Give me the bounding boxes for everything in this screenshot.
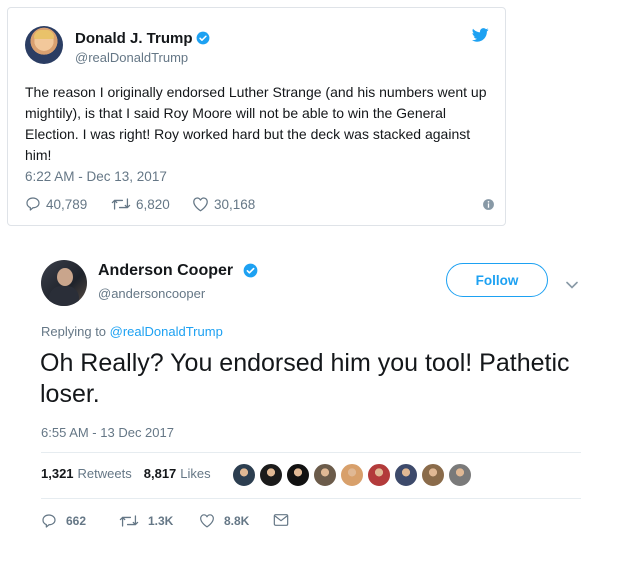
retweet-icon	[111, 198, 131, 210]
retweet-button[interactable]: 6,820	[111, 196, 170, 212]
tweet-card-trump: Donald J. Trump @realDonaldTrump The rea…	[7, 7, 506, 226]
likes-count[interactable]: 8,817	[144, 466, 177, 481]
chevron-down-icon[interactable]	[566, 276, 578, 294]
liker-avatar[interactable]	[340, 463, 364, 487]
liker-avatar[interactable]	[286, 463, 310, 487]
divider	[41, 498, 581, 499]
avatar-cooper[interactable]	[41, 260, 87, 306]
info-icon[interactable]	[482, 198, 495, 216]
reply-count: 662	[66, 514, 87, 528]
liker-avatars	[232, 463, 475, 487]
like-button[interactable]: 8.8K	[199, 513, 249, 528]
tweet-actions: 662 1.3K 8.8K	[41, 513, 341, 531]
author-name[interactable]: Donald J. Trump	[75, 30, 193, 47]
replying-to: Replying to @realDonaldTrump	[41, 324, 223, 339]
liker-avatar[interactable]	[232, 463, 256, 487]
tweet-text: Oh Really? You endorsed him you tool! Pa…	[40, 349, 570, 408]
author-name[interactable]: Anderson Cooper	[98, 262, 233, 280]
retweet-button[interactable]: 1.3K	[119, 513, 173, 529]
reply-button[interactable]: 662	[41, 513, 86, 529]
heart-icon	[200, 514, 214, 528]
liker-avatar[interactable]	[394, 463, 418, 487]
follow-button[interactable]: Follow	[446, 263, 548, 297]
twitter-bird-icon[interactable]	[471, 28, 489, 47]
tweet-timestamp[interactable]: 6:22 AM - Dec 13, 2017	[25, 169, 167, 184]
retweet-count: 6,820	[136, 196, 170, 212]
verified-badge-icon	[196, 31, 210, 50]
avatar-trump[interactable]	[25, 26, 63, 64]
tweet-text: The reason I originally endorsed Luther …	[25, 84, 487, 163]
liker-avatar[interactable]	[421, 463, 445, 487]
like-count: 30,168	[214, 196, 256, 212]
author-handle[interactable]: @andersoncooper	[98, 286, 205, 301]
liker-avatar[interactable]	[313, 463, 337, 487]
liker-avatar[interactable]	[448, 463, 472, 487]
tweet-timestamp[interactable]: 6:55 AM - 13 Dec 2017	[41, 425, 174, 440]
like-count: 8.8K	[224, 513, 250, 528]
retweets-label[interactable]: Retweets	[78, 466, 132, 481]
liker-avatar[interactable]	[367, 463, 391, 487]
tweet-stats: 1,321 Retweets 8,817 Likes	[41, 466, 223, 481]
envelope-icon	[273, 514, 289, 526]
retweets-count[interactable]: 1,321	[41, 466, 74, 481]
author-handle[interactable]: @realDonaldTrump	[75, 50, 188, 65]
reply-icon	[26, 197, 40, 211]
like-button[interactable]: 30,168	[192, 196, 255, 212]
replying-prefix: Replying to	[41, 324, 110, 339]
reply-icon	[42, 514, 56, 528]
reply-count: 40,789	[46, 196, 88, 212]
retweet-icon	[119, 515, 139, 527]
tweet-actions: 40,789 6,820 30,168	[25, 196, 495, 214]
direct-message-button[interactable]	[273, 513, 298, 527]
divider	[41, 452, 581, 453]
verified-badge-icon	[243, 263, 258, 283]
replying-to-link[interactable]: @realDonaldTrump	[110, 324, 223, 339]
liker-avatar[interactable]	[259, 463, 283, 487]
heart-icon	[193, 197, 208, 212]
likes-label[interactable]: Likes	[180, 466, 210, 481]
retweet-count: 1.3K	[148, 514, 174, 528]
reply-button[interactable]: 40,789	[25, 196, 87, 212]
